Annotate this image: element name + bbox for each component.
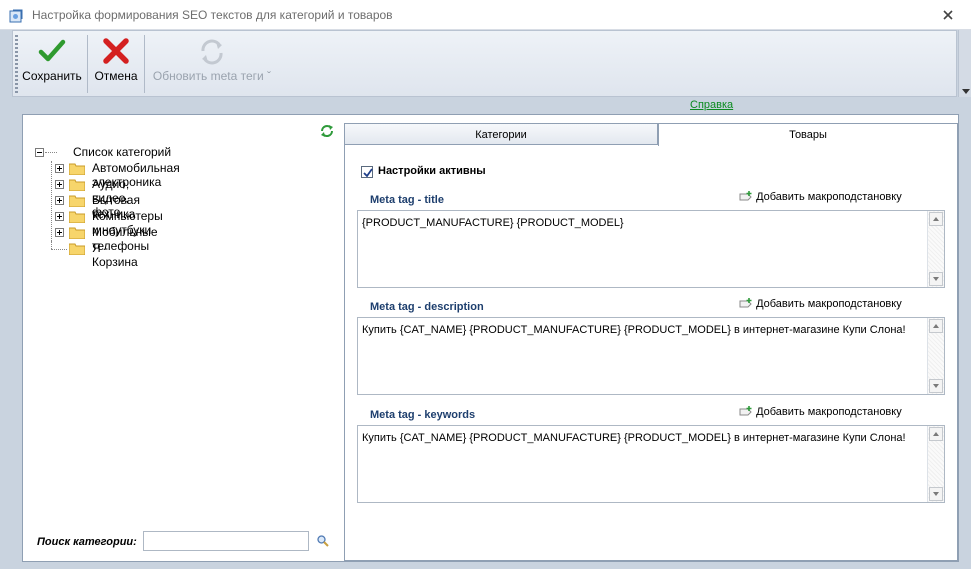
- expand-icon[interactable]: [55, 180, 64, 189]
- folder-icon: [69, 211, 85, 223]
- meta-keywords-field[interactable]: Купить {CAT_NAME} {PRODUCT_MANUFACTURE} …: [357, 425, 945, 503]
- meta-description-field[interactable]: Купить {CAT_NAME} {PRODUCT_MANUFACTURE} …: [357, 317, 945, 395]
- add-macro-icon: [739, 191, 752, 201]
- update-meta-button[interactable]: Обновить meta теги ˇ: [151, 33, 273, 95]
- expand-icon[interactable]: [55, 212, 64, 221]
- tab-body: Настройки активны Meta tag - title Добав…: [344, 145, 958, 561]
- checkmark-icon: [38, 39, 66, 62]
- add-macro-icon: [739, 406, 752, 416]
- help-link[interactable]: Справка: [690, 99, 733, 111]
- settings-active-checkbox[interactable]: [361, 166, 373, 178]
- search-label: Поиск категории:: [37, 536, 137, 548]
- category-pane: Список категорий Автомобильная электрони…: [23, 115, 343, 561]
- add-macro-button[interactable]: Добавить макроподстановку: [739, 190, 902, 204]
- scrollbar[interactable]: [927, 426, 944, 502]
- add-macro-button[interactable]: Добавить макроподстановку: [739, 297, 902, 311]
- check-icon: [363, 168, 373, 178]
- search-input[interactable]: [143, 531, 309, 551]
- folder-icon: [69, 195, 85, 207]
- cancel-x-icon: [103, 38, 129, 64]
- save-button[interactable]: Сохранить: [21, 33, 83, 95]
- refresh-icon: [201, 39, 223, 65]
- expand-icon[interactable]: [55, 164, 64, 173]
- tab-goods[interactable]: Товары: [658, 123, 958, 146]
- folder-icon: [69, 163, 85, 175]
- meta-title-label: Meta tag - title: [370, 194, 444, 206]
- settings-pane: Категории Товары Настройки активны Meta …: [344, 123, 958, 561]
- cancel-button[interactable]: Отмена: [91, 33, 141, 95]
- collapse-icon[interactable]: [35, 148, 44, 157]
- scroll-up-icon[interactable]: [929, 427, 943, 441]
- app-icon: [9, 9, 23, 23]
- scroll-up-icon[interactable]: [929, 319, 943, 333]
- folder-icon: [69, 227, 85, 239]
- update-meta-label: Обновить meta теги ˇ: [152, 69, 272, 83]
- close-icon[interactable]: [938, 6, 958, 24]
- meta-title-value: {PRODUCT_MANUFACTURE} {PRODUCT_MODEL}: [362, 217, 624, 229]
- folder-icon: [69, 243, 85, 255]
- refresh-tree-icon[interactable]: [319, 123, 335, 139]
- main-panel: Список категорий Автомобильная электрони…: [22, 114, 959, 562]
- cancel-label: Отмена: [94, 69, 138, 83]
- scrollbar[interactable]: [927, 211, 944, 287]
- scroll-down-icon[interactable]: [929, 487, 943, 501]
- save-label: Сохранить: [22, 69, 82, 83]
- title-bar: Настройка формирования SEO текстов для к…: [0, 0, 971, 30]
- toolbar-grip[interactable]: [15, 35, 18, 93]
- tree-root-label: Список категорий: [73, 145, 172, 159]
- folder-icon: [69, 179, 85, 191]
- meta-description-label: Meta tag - description: [370, 301, 484, 313]
- toolbar-separator: [144, 35, 145, 93]
- expand-icon[interactable]: [55, 196, 64, 205]
- scrollbar[interactable]: [927, 318, 944, 394]
- scroll-up-icon[interactable]: [929, 212, 943, 226]
- toolbar: Сохранить Отмена Обновить meta теги ˇ: [12, 30, 957, 97]
- add-macro-icon: [739, 298, 752, 308]
- toolbar-separator: [87, 35, 88, 93]
- scroll-down-icon[interactable]: [929, 272, 943, 286]
- toolbar-overflow[interactable]: [958, 30, 971, 97]
- meta-keywords-value: Купить {CAT_NAME} {PRODUCT_MANUFACTURE} …: [362, 432, 906, 444]
- settings-active-label: Настройки активны: [378, 165, 486, 177]
- chevron-down-icon: [962, 89, 970, 94]
- scroll-down-icon[interactable]: [929, 379, 943, 393]
- expand-icon[interactable]: [55, 228, 64, 237]
- window-title: Настройка формирования SEO текстов для к…: [32, 8, 393, 22]
- search-icon[interactable]: [316, 534, 330, 548]
- meta-description-value: Купить {CAT_NAME} {PRODUCT_MANUFACTURE} …: [362, 324, 906, 336]
- meta-title-field[interactable]: {PRODUCT_MANUFACTURE} {PRODUCT_MODEL}: [357, 210, 945, 288]
- add-macro-button[interactable]: Добавить макроподстановку: [739, 405, 902, 419]
- meta-keywords-label: Meta tag - keywords: [370, 409, 476, 421]
- tab-categories[interactable]: Категории: [344, 123, 658, 145]
